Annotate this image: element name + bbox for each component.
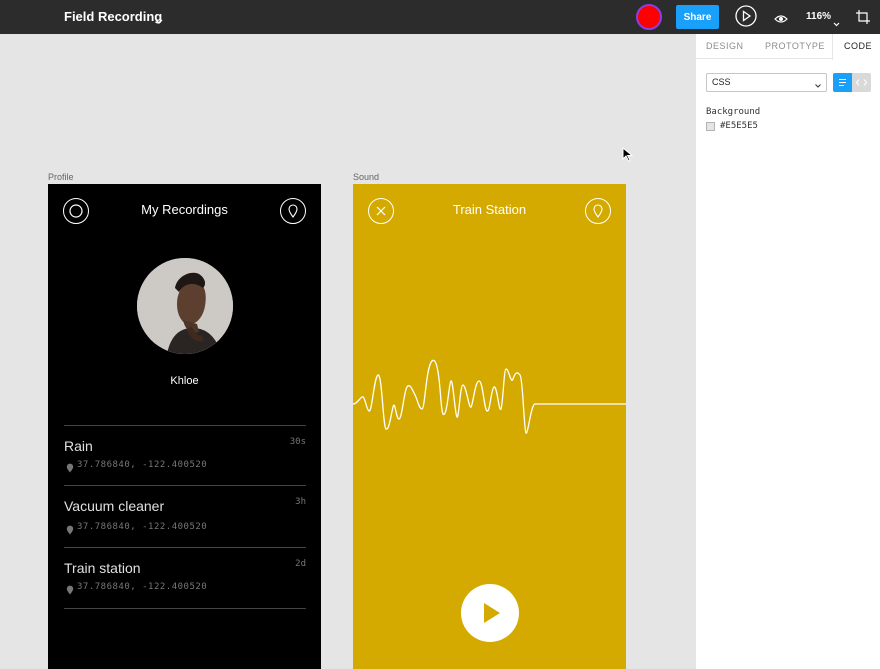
background-swatch[interactable]: [706, 122, 715, 131]
chevron-down-icon[interactable]: [155, 12, 163, 30]
tab-code[interactable]: CODE: [844, 41, 872, 51]
chevron-down-icon[interactable]: [833, 14, 840, 32]
play-button[interactable]: [461, 584, 519, 642]
eye-icon[interactable]: [774, 11, 788, 29]
play-icon: [484, 603, 500, 623]
recording-name: Vacuum cleaner: [64, 498, 165, 514]
frame-crop-icon[interactable]: [855, 9, 871, 30]
location-button[interactable]: [585, 198, 611, 224]
recording-time: 30s: [289, 437, 306, 447]
recording-row[interactable]: Train station 2d 37.786840, -122.400520: [64, 547, 306, 609]
location-pin-icon: [593, 204, 603, 218]
code-view-icon[interactable]: [852, 73, 871, 92]
recording-time: 2d: [295, 559, 306, 569]
location-button[interactable]: [280, 198, 306, 224]
recording-name: Rain: [64, 438, 93, 454]
inspector-panel: DESIGN PROTOTYPE CODE CSS Background #E5…: [695, 34, 880, 669]
avatar: [137, 258, 233, 354]
recording-coordinates: 37.786840, -122.400520: [77, 460, 208, 470]
sound-frame[interactable]: Train Station: [353, 184, 626, 669]
background-label: Background: [706, 107, 761, 117]
language-select-value: CSS: [712, 77, 731, 87]
location-pin-icon: [288, 204, 298, 218]
present-play-icon[interactable]: [735, 5, 757, 32]
recording-coordinates: 37.786840, -122.400520: [77, 582, 208, 592]
tab-design[interactable]: DESIGN: [706, 41, 744, 51]
frame-label-profile[interactable]: Profile: [48, 172, 74, 182]
recording-row[interactable]: Rain 30s 37.786840, -122.400520: [64, 425, 306, 487]
user-avatar[interactable]: [636, 4, 662, 30]
recording-coordinates: 37.786840, -122.400520: [77, 522, 208, 532]
recording-row[interactable]: Vacuum cleaner 3h 37.786840, -122.400520: [64, 485, 306, 547]
list-divider: [64, 608, 306, 609]
location-pin-icon: [66, 460, 74, 478]
waveform: [353, 359, 626, 434]
location-pin-icon: [66, 582, 74, 600]
cursor-icon: [622, 146, 634, 167]
recording-time: 3h: [295, 497, 306, 507]
file-title[interactable]: Field Recording: [64, 9, 162, 24]
share-button[interactable]: Share: [676, 5, 719, 29]
background-value[interactable]: #E5E5E5: [720, 121, 758, 131]
zoom-level[interactable]: 116%: [806, 11, 831, 22]
profile-frame[interactable]: My Recordings Khloe Rain 30s 37.786840, …: [48, 184, 321, 669]
recording-name: Train station: [64, 560, 141, 576]
chevron-down-icon: [815, 80, 821, 90]
frame-label-sound[interactable]: Sound: [353, 172, 379, 182]
toolbar: Field Recording Share 116%: [0, 0, 880, 34]
location-pin-icon: [66, 522, 74, 540]
tab-prototype[interactable]: PROTOTYPE: [765, 41, 825, 51]
profile-name: Khloe: [170, 375, 199, 387]
language-select[interactable]: CSS: [706, 73, 827, 92]
inspector-tabs: DESIGN PROTOTYPE CODE: [696, 34, 880, 60]
list-view-icon[interactable]: [833, 73, 852, 92]
